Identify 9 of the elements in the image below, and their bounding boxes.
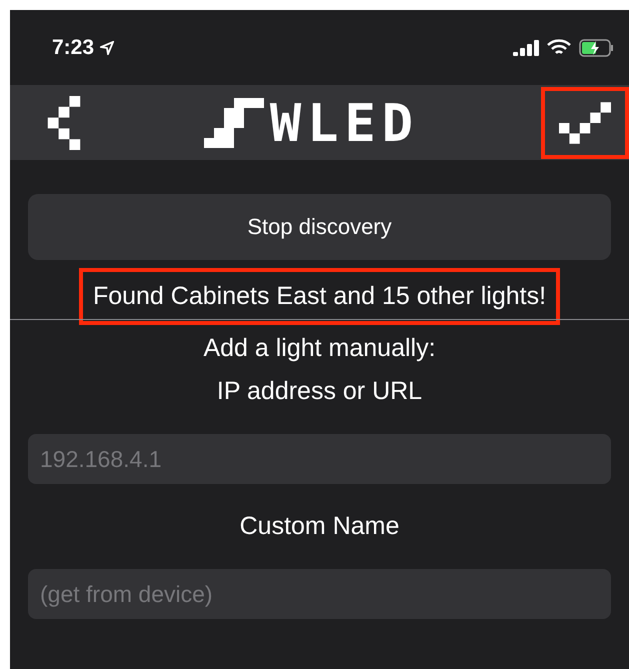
section-heading: Add a light manually: [203,334,436,363]
stop-discovery-button[interactable]: Stop discovery [28,194,611,260]
name-field[interactable]: (get from device) [28,569,611,619]
discovery-message: Found Cabinets East and 15 other lights! [78,268,560,325]
clock: 7:23 [52,36,114,60]
address-label: IP address or URL [216,377,422,406]
app-title: WLED [270,98,420,150]
name-label: Custom Name [240,512,400,541]
address-field[interactable]: 192.168.4.1 [28,434,611,484]
